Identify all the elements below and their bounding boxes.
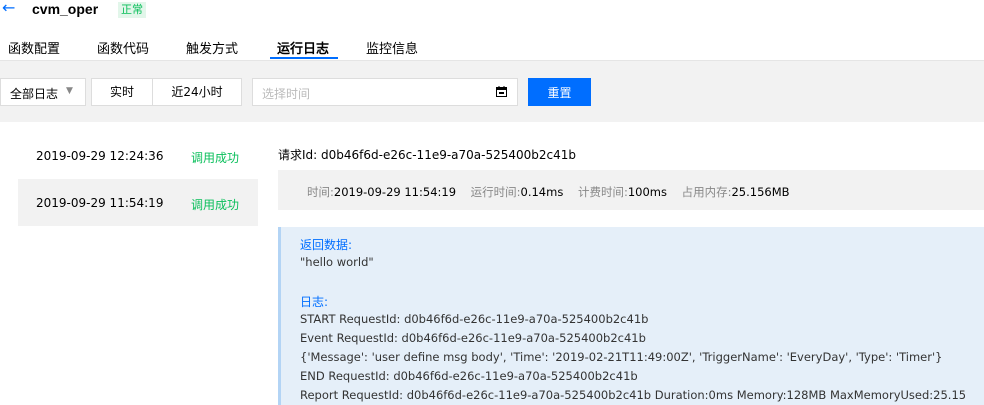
- reset-label: 重置: [547, 86, 572, 100]
- log-list: 2019-09-29 12:24:36 调用成功 2019-09-29 11:5…: [18, 132, 258, 405]
- tab-run-log[interactable]: 运行日志: [277, 38, 329, 57]
- reset-button[interactable]: 重置: [528, 78, 591, 106]
- last-24h-label: 近24小时: [171, 85, 223, 99]
- memory-value: 25.156MB: [731, 185, 790, 199]
- realtime-label: 实时: [109, 85, 134, 99]
- log-detail-panel: 请求Id: d0b46f6d-e26c-11e9-a70a-525400b2c4…: [278, 122, 984, 405]
- log-line: END RequestId: d0b46f6d-e26c-11e9-a70a-5…: [300, 369, 638, 383]
- log-label: 日志:: [300, 295, 329, 309]
- tab-trigger[interactable]: 触发方式: [186, 38, 238, 57]
- date-placeholder: 选择时间: [262, 87, 311, 101]
- request-id-label: 请求Id:: [278, 148, 318, 162]
- log-line: {'Message': 'user define msg body', 'Tim…: [300, 350, 943, 364]
- runtime-value: 0.14ms: [520, 185, 564, 199]
- return-data-label: 返回数据:: [300, 238, 353, 252]
- caret-down-icon: ▼: [66, 86, 73, 96]
- log-output-box: 返回数据: "hello world" 日志: START RequestId:…: [278, 227, 984, 405]
- last-24h-button[interactable]: 近24小时: [152, 78, 242, 106]
- log-list-item[interactable]: 2019-09-29 12:24:36 调用成功: [18, 132, 258, 179]
- time-label: 时间:: [307, 185, 334, 199]
- tab-bar: 函数配置 函数代码 触发方式 运行日志 监控信息: [0, 30, 984, 61]
- log-time: 2019-09-29 11:54:19: [36, 196, 164, 210]
- active-tab-indicator: [270, 57, 338, 59]
- tab-function-config[interactable]: 函数配置: [8, 38, 60, 57]
- tab-function-code[interactable]: 函数代码: [97, 38, 149, 57]
- filter-toolbar: 全部日志 ▼ 实时 近24小时 选择时间 重置: [0, 61, 984, 122]
- log-filter-value: 全部日志: [10, 87, 59, 101]
- tab-monitoring[interactable]: 监控信息: [366, 38, 418, 57]
- log-status: 调用成功: [191, 151, 240, 165]
- status-badge: 正常: [118, 2, 146, 18]
- arrow-left-icon[interactable]: ←: [2, 0, 15, 17]
- return-data-value: "hello world": [300, 255, 374, 269]
- request-id-value: d0b46f6d-e26c-11e9-a70a-525400b2c41b: [321, 148, 577, 162]
- realtime-button[interactable]: 实时: [91, 78, 153, 106]
- top-bar: ← cvm_oper 正常: [0, 0, 984, 30]
- log-line: START RequestId: d0b46f6d-e26c-11e9-a70a…: [300, 312, 649, 326]
- log-list-item-selected[interactable]: 2019-09-29 11:54:19 调用成功: [18, 179, 258, 226]
- log-line: Event RequestId: d0b46f6d-e26c-11e9-a70a…: [300, 331, 646, 345]
- function-name: cvm_oper: [32, 1, 99, 17]
- log-line: Report RequestId: d0b46f6d-e26c-11e9-a70…: [300, 388, 967, 402]
- invocation-meta: 时间:2019-09-29 11:54:19 运行时间:0.14ms 计费时间:…: [278, 170, 984, 210]
- request-id-line: 请求Id: d0b46f6d-e26c-11e9-a70a-525400b2c4…: [278, 146, 576, 163]
- calendar-icon[interactable]: [496, 86, 507, 97]
- log-filter-select[interactable]: 全部日志 ▼: [0, 78, 86, 106]
- log-time: 2019-09-29 12:24:36: [36, 149, 164, 163]
- billed-label: 计费时间:: [577, 185, 628, 199]
- runtime-label: 运行时间:: [470, 185, 521, 199]
- date-picker-input[interactable]: 选择时间: [252, 78, 518, 106]
- billed-value: 100ms: [627, 185, 667, 199]
- time-value: 2019-09-29 11:54:19: [333, 185, 457, 199]
- log-status: 调用成功: [191, 198, 240, 212]
- memory-label: 占用内存:: [681, 185, 732, 199]
